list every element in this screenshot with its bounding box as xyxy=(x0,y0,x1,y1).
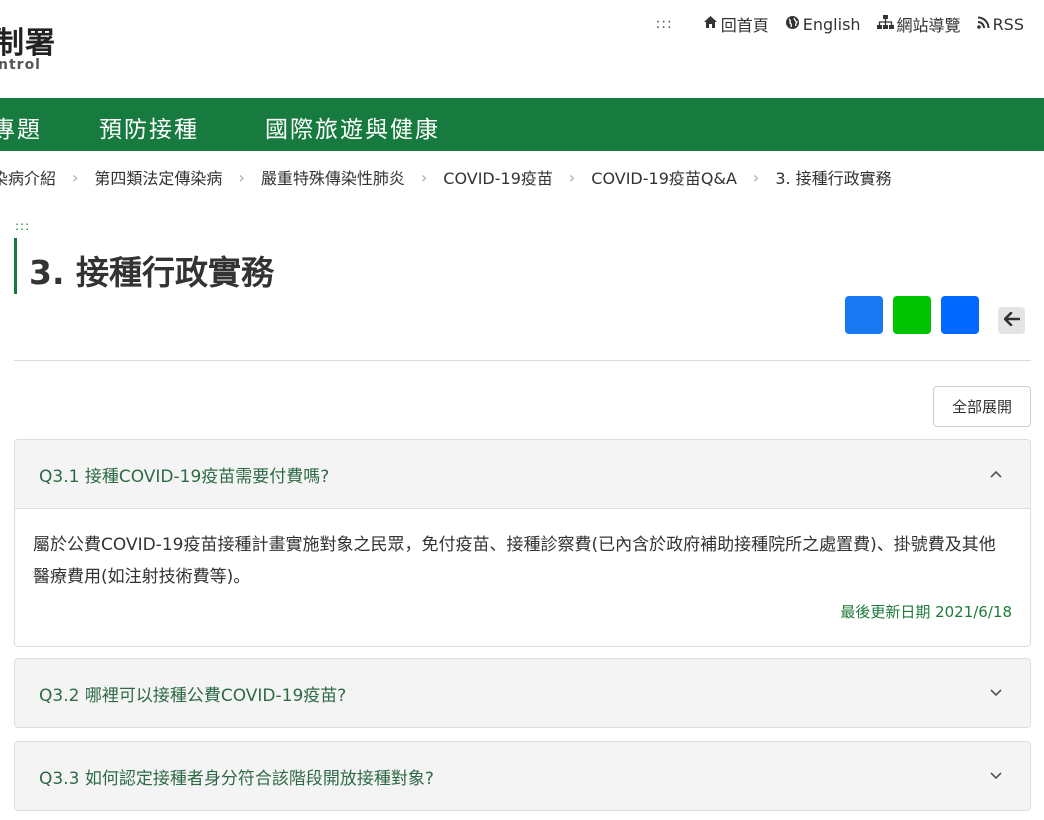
breadcrumb: 染病介紹 › 第四類法定傳染病 › 嚴重特殊傳染性肺炎 › COVID-19疫苗… xyxy=(0,165,892,189)
breadcrumb-current: 3. 接種行政實務 xyxy=(775,169,892,188)
breadcrumb-item[interactable]: COVID-19疫苗 xyxy=(443,165,553,189)
chevron-right-icon: › xyxy=(752,167,760,187)
nav-item-topics[interactable]: 專題 xyxy=(0,110,42,144)
expand-all-button[interactable]: 全部展開 xyxy=(933,386,1031,427)
chevron-right-icon: › xyxy=(420,167,428,187)
back-button[interactable] xyxy=(998,307,1025,334)
chevron-down-icon[interactable] xyxy=(986,683,1006,703)
share-button[interactable] xyxy=(941,296,979,334)
rss-icon xyxy=(976,16,990,33)
breadcrumb-item[interactable]: 染病介紹 xyxy=(0,165,56,189)
faq-question[interactable]: Q3.1 接種COVID-19疫苗需要付費嗎? xyxy=(39,462,329,487)
main-navbar: 專題 預防接種 國際旅遊與健康 xyxy=(0,98,1044,151)
page-title: 3. 接種行政實務 xyxy=(29,253,274,292)
globe-icon xyxy=(785,15,800,34)
top-links: ::: 回首頁 English 網站導覽 RSS xyxy=(656,12,1024,36)
faq-question[interactable]: Q3.3 如何認定接種者身分符合該階段開放接種對象? xyxy=(39,764,434,789)
facebook-share-button[interactable] xyxy=(845,296,883,334)
nav-item-vaccination[interactable]: 預防接種 xyxy=(99,110,199,144)
site-logo-subtitle: ntrol xyxy=(0,57,41,73)
last-updated-date: 最後更新日期 2021/6/18 xyxy=(840,603,1012,621)
chevron-right-icon: › xyxy=(568,167,576,187)
arrow-left-icon xyxy=(1003,311,1020,330)
sitemap-link[interactable]: 網站導覽 xyxy=(876,12,961,36)
faq-panel: Q3.1 接種COVID-19疫苗需要付費嗎? 屬於公費COVID-19疫苗接種… xyxy=(14,439,1031,647)
rss-link[interactable]: RSS xyxy=(976,14,1024,34)
breadcrumb-item[interactable]: 嚴重特殊傳染性肺炎 xyxy=(261,165,405,189)
nav-item-travel-health[interactable]: 國際旅遊與健康 xyxy=(265,110,440,144)
chevron-down-icon[interactable] xyxy=(986,766,1006,786)
home-icon xyxy=(703,15,718,33)
faq-panel: Q3.3 如何認定接種者身分符合該階段開放接種對象? xyxy=(14,741,1031,811)
home-link-label: 回首頁 xyxy=(720,16,769,35)
access-key-header[interactable]: ::: xyxy=(656,16,673,32)
faq-question-header[interactable]: Q3.1 接種COVID-19疫苗需要付費嗎? xyxy=(15,440,1030,508)
chevron-up-icon[interactable] xyxy=(986,464,1006,484)
sitemap-icon xyxy=(876,15,894,33)
site-logo-title[interactable]: 制署 xyxy=(0,18,56,62)
access-key-content[interactable]: ::: xyxy=(15,219,30,233)
faq-panel: Q3.2 哪裡可以接種公費COVID-19疫苗? xyxy=(14,658,1031,728)
faq-question-header[interactable]: Q3.3 如何認定接種者身分符合該階段開放接種對象? xyxy=(15,742,1030,810)
faq-answer: 屬於公費COVID-19疫苗接種計畫實施對象之民眾，免付疫苗、接種診察費(已內含… xyxy=(33,535,996,587)
site-header: 制署 ntrol ::: 回首頁 English 網站導覽 RSS xyxy=(0,0,1044,98)
section-divider xyxy=(14,360,1031,361)
chevron-right-icon: › xyxy=(72,167,79,187)
chevron-right-icon: › xyxy=(238,167,245,187)
line-share-button[interactable] xyxy=(893,296,931,334)
faq-question-header[interactable]: Q3.2 哪裡可以接種公費COVID-19疫苗? xyxy=(15,659,1030,727)
sitemap-link-label: 網站導覽 xyxy=(896,16,961,35)
home-link[interactable]: 回首頁 xyxy=(703,12,769,36)
title-accent-bar xyxy=(14,238,17,294)
breadcrumb-item[interactable]: COVID-19疫苗Q&A xyxy=(591,165,737,189)
faq-answer-body: 屬於公費COVID-19疫苗接種計畫實施對象之民眾，免付疫苗、接種診察費(已內含… xyxy=(15,508,1030,646)
english-link[interactable]: English xyxy=(785,15,861,34)
rss-link-label: RSS xyxy=(992,14,1024,34)
english-link-label: English xyxy=(802,14,861,34)
faq-question[interactable]: Q3.2 哪裡可以接種公費COVID-19疫苗? xyxy=(39,681,346,706)
breadcrumb-item[interactable]: 第四類法定傳染病 xyxy=(94,165,222,189)
